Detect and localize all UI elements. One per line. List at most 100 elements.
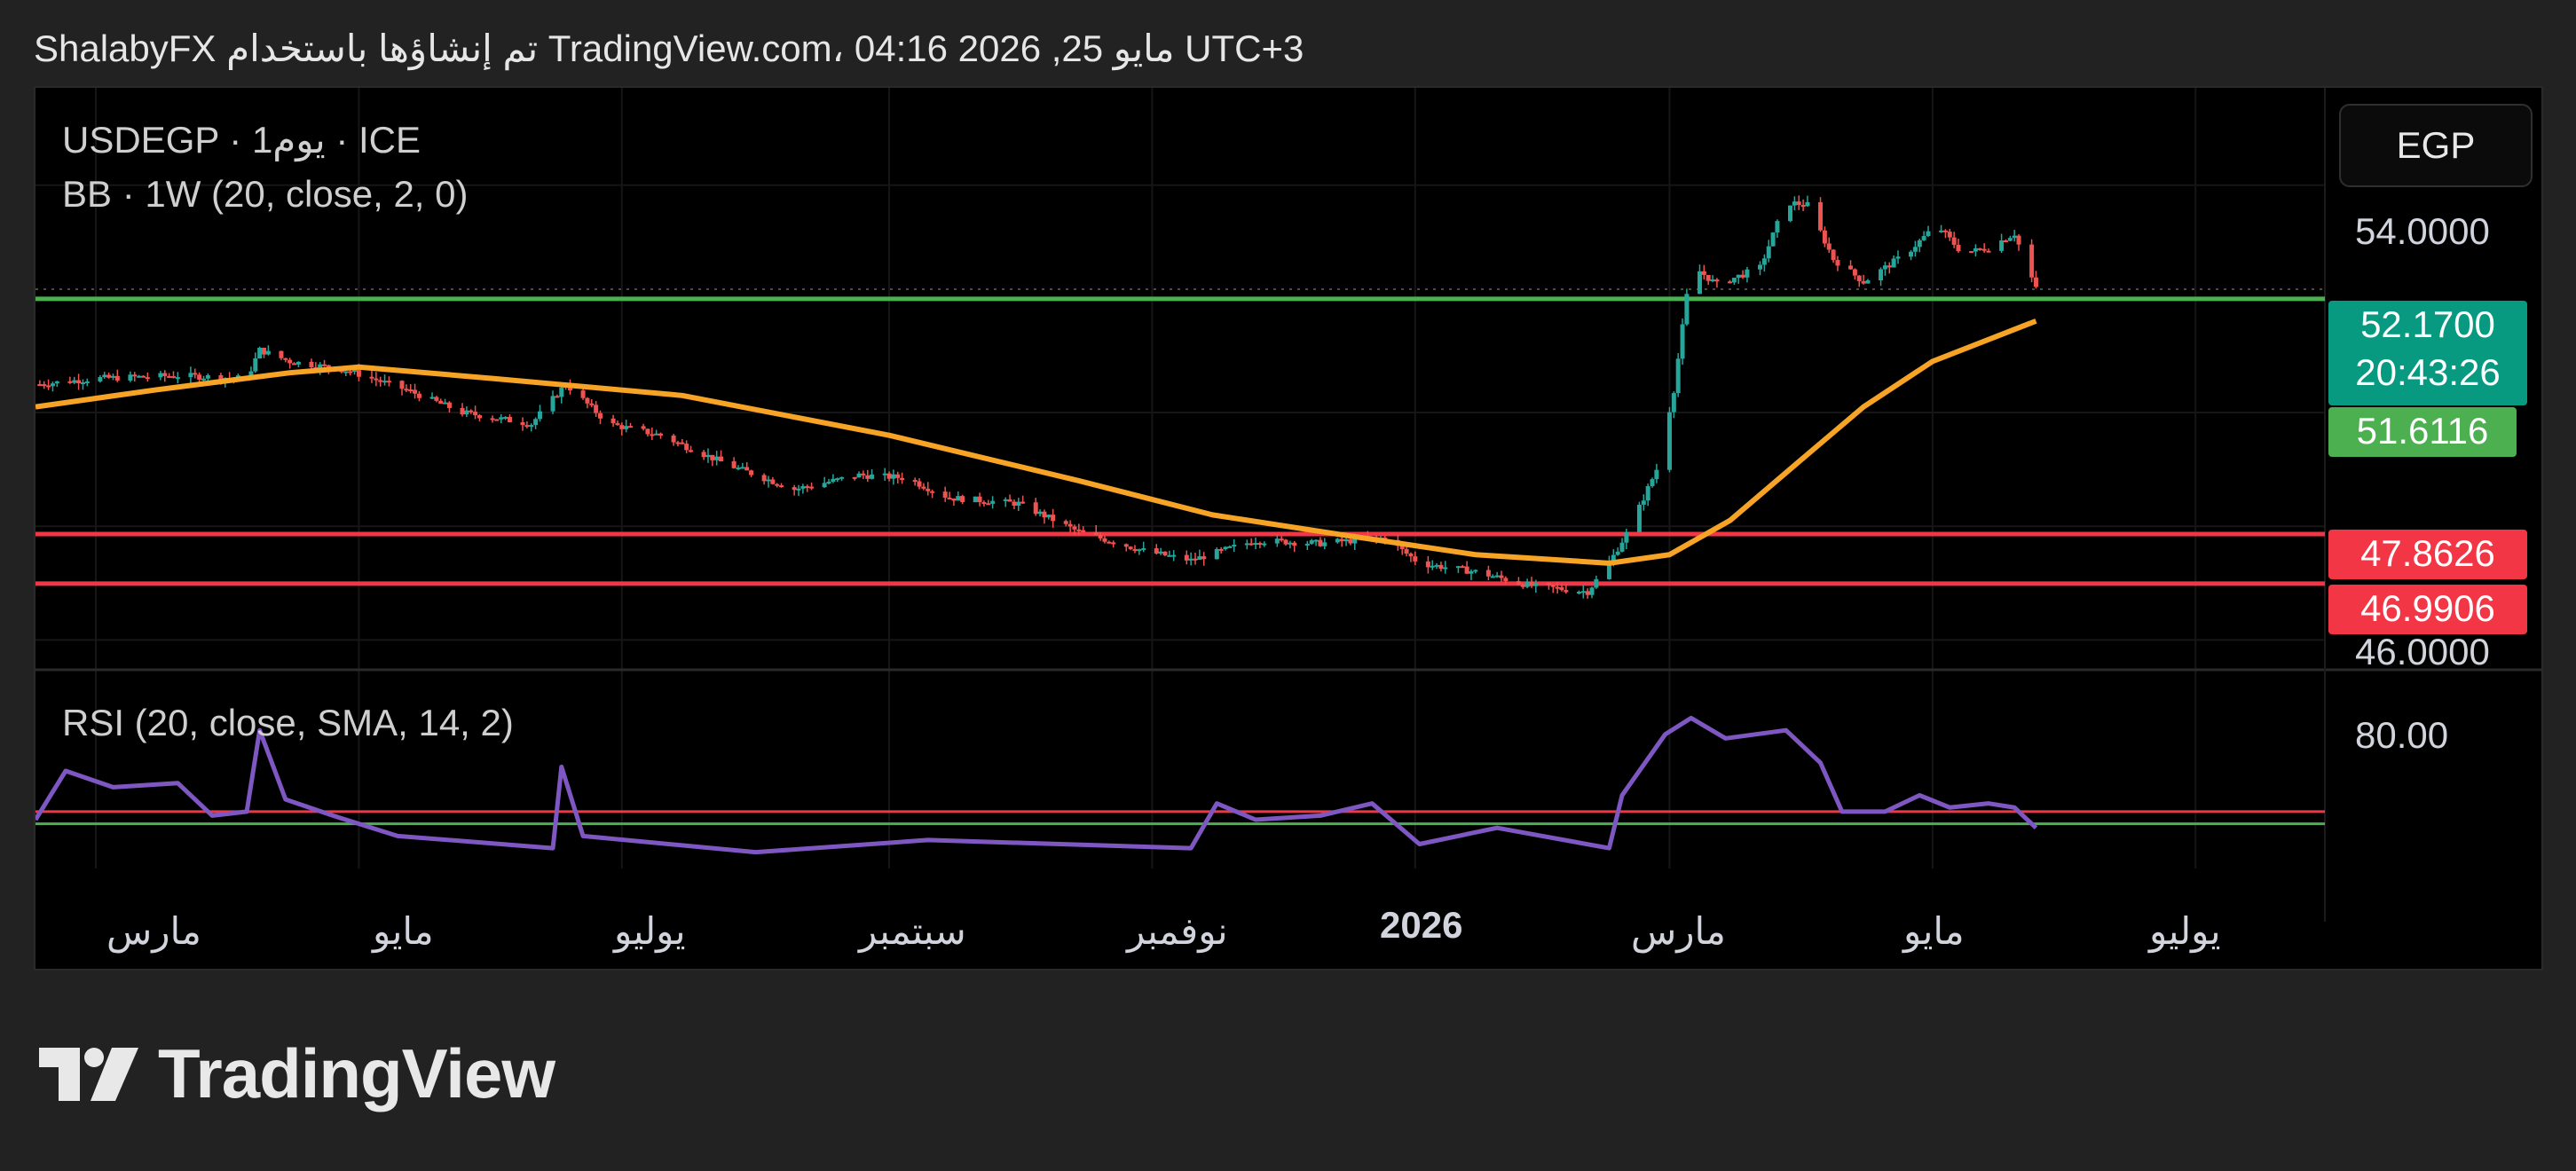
- candle-body-26: [193, 373, 198, 375]
- currency-button[interactable]: EGP: [2339, 104, 2533, 187]
- candle-body-62: [408, 389, 414, 391]
- candle-body-163: [1016, 501, 1021, 507]
- candle-body-107: [680, 442, 685, 444]
- candle-body-208: [1288, 542, 1293, 545]
- candle-body-175: [1093, 531, 1099, 536]
- chart-canvas[interactable]: [35, 88, 2541, 969]
- candle-body-126: [796, 488, 801, 491]
- candle-body-305: [1879, 269, 1884, 281]
- candle-body-2: [46, 385, 51, 388]
- candle-body-213: [1318, 539, 1323, 546]
- candle-body-140: [882, 473, 887, 475]
- candle-body-154: [960, 496, 965, 503]
- candle-body-16: [132, 374, 138, 377]
- candle-body-73: [473, 412, 478, 416]
- candle-body-255: [1576, 592, 1581, 594]
- candle-body-110: [701, 452, 706, 458]
- candle-body-211: [1309, 540, 1314, 544]
- candle-body-156: [977, 496, 982, 503]
- candle-body-115: [731, 461, 737, 468]
- candle-body-242: [1494, 575, 1500, 578]
- candle-body-24: [175, 377, 180, 380]
- candle-body-6: [72, 380, 77, 383]
- upper-level-tag: 47.8626: [2328, 530, 2527, 579]
- candle-body-280: [1727, 281, 1732, 284]
- candle-body-14: [114, 375, 120, 381]
- candle-body-294: [1805, 201, 1810, 207]
- candle-body-323: [1981, 248, 1987, 251]
- candle-body-186: [1158, 551, 1163, 554]
- candle-body-265: [1636, 504, 1642, 532]
- symbol-legend[interactable]: USDEGP · 1يوم · ICE: [62, 118, 421, 161]
- last-price-value: 52.1700: [2360, 303, 2495, 345]
- candle-body-205: [1274, 538, 1280, 544]
- candle-body-229: [1413, 556, 1418, 562]
- chart-frame[interactable]: USDEGP · 1يوم · ICE BB · 1W (20, close, …: [34, 86, 2543, 971]
- candle-body-112: [710, 454, 715, 460]
- candle-body-68: [443, 402, 448, 405]
- candle-body-189: [1171, 554, 1177, 557]
- candle-body-92: [589, 403, 595, 405]
- candle-body-258: [1589, 587, 1595, 595]
- candle-body-312: [1917, 240, 1922, 248]
- candle-body-116: [736, 468, 741, 470]
- bar-countdown: 20:43:26: [2355, 351, 2501, 393]
- candle-body-254: [1564, 590, 1569, 593]
- candle-body-329: [2016, 235, 2021, 245]
- candle-body-275: [1697, 271, 1702, 295]
- candle-body-66: [434, 397, 439, 401]
- candle-body-60: [399, 381, 405, 389]
- candle-body-29: [205, 374, 210, 379]
- candle-body-137: [861, 473, 866, 475]
- candle-body-85: [550, 396, 555, 412]
- candle-body-41: [283, 358, 288, 360]
- candle-body-146: [917, 481, 922, 487]
- candle-body-9: [84, 381, 90, 383]
- candle-body-270: [1666, 412, 1672, 470]
- candle-body-44: [295, 361, 301, 365]
- candle-body-296: [1822, 230, 1827, 244]
- candle-body-193: [1197, 556, 1202, 560]
- candle-body-129: [809, 486, 815, 489]
- candle-body-120: [761, 475, 767, 482]
- candle-body-40: [279, 350, 284, 358]
- candle-body-11: [102, 374, 107, 378]
- candle-body-203: [1257, 543, 1263, 546]
- candle-body-108: [684, 444, 689, 451]
- candle-body-58: [382, 381, 388, 383]
- lower-level-tag: 46.9906: [2328, 585, 2527, 634]
- candle-body-216: [1339, 538, 1344, 542]
- candle-body-77: [499, 417, 504, 420]
- candle-body-173: [1076, 529, 1082, 531]
- candle-body-83: [533, 419, 539, 426]
- candle-body-94: [597, 413, 603, 419]
- candle-body-114: [719, 456, 724, 462]
- candle-body-147: [921, 486, 926, 489]
- candle-body-69: [446, 402, 452, 408]
- bb-legend[interactable]: BB · 1W (20, close, 2, 0): [62, 173, 469, 216]
- time-label-3: سبتمبر: [859, 910, 966, 952]
- candle-body-121: [766, 479, 771, 482]
- candle-body-268: [1650, 479, 1655, 486]
- candle-body-210: [1304, 543, 1310, 546]
- candle-body-273: [1680, 324, 1685, 359]
- candle-body-177: [1102, 538, 1107, 542]
- candle-body-180: [1123, 544, 1129, 547]
- tradingview-logo[interactable]: TradingView: [39, 1033, 555, 1114]
- candle-body-67: [438, 400, 444, 404]
- candle-body-182: [1132, 548, 1138, 551]
- candle-body-61: [404, 389, 409, 391]
- candle-body-122: [770, 479, 776, 484]
- candle-body-197: [1223, 546, 1228, 549]
- candle-body-152: [951, 498, 957, 501]
- candle-body-57: [378, 380, 383, 382]
- rsi-legend[interactable]: RSI (20, close, SMA, 14, 2): [62, 702, 514, 744]
- candle-body-230: [1425, 561, 1430, 568]
- time-label-4: نوفمبر: [1127, 910, 1228, 952]
- candle-body-262: [1615, 551, 1620, 555]
- candle-body-119: [749, 470, 754, 475]
- candle-body-28: [201, 378, 206, 381]
- candle-body-272: [1675, 358, 1681, 394]
- candle-body-80: [520, 421, 525, 426]
- candle-body-174: [1081, 530, 1086, 532]
